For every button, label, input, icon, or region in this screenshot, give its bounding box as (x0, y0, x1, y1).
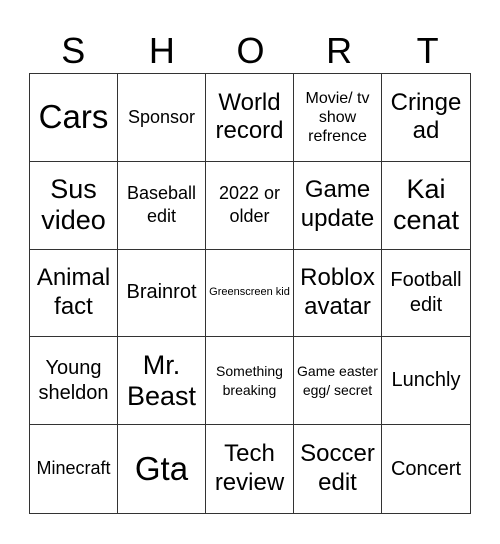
header-letter-s: S (61, 30, 86, 71)
bingo-grid: Cars Sponsor World record Movie/ tv show re… (29, 73, 471, 514)
bingo-cell[interactable]: Sponsor (118, 74, 206, 162)
bingo-cell[interactable]: Cars (30, 74, 118, 162)
bingo-cell[interactable]: Kai cenat (382, 162, 470, 250)
bingo-cell[interactable]: Minecraft (30, 425, 118, 513)
bingo-cell[interactable]: 2022 or older (206, 161, 294, 250)
bingo-cell[interactable]: Game update (294, 161, 382, 250)
bingo-cell[interactable]: Sus video (30, 161, 118, 250)
bingo-cell[interactable]: Something breaking (206, 337, 294, 426)
bingo-cell[interactable]: Concert (382, 425, 470, 513)
bingo-cell[interactable]: Baseball edit (118, 161, 206, 250)
header-letter-t: T (416, 30, 439, 71)
bingo-cell[interactable]: Roblox avatar (294, 249, 382, 338)
header-letter-h: H (148, 30, 175, 71)
bingo-cell[interactable]: Game easter egg/ secret (294, 337, 382, 426)
bingo-cell[interactable]: World record (206, 74, 294, 162)
bingo-header: S H O R T (29, 28, 472, 73)
bingo-cell[interactable]: Animal fact (30, 249, 118, 338)
bingo-cell[interactable]: Movie/ tv show refrence (294, 74, 382, 162)
bingo-cell[interactable]: Cringe ad (382, 74, 470, 162)
bingo-cell[interactable]: Gta (118, 425, 206, 513)
bingo-cell[interactable]: Lunchly (382, 337, 470, 426)
bingo-cell[interactable]: Soccer edit (294, 425, 382, 513)
header-letter-r: R (326, 30, 353, 71)
header-letter-o: O (236, 30, 265, 71)
bingo-cell[interactable]: Mr. Beast (118, 337, 206, 426)
bingo-cell[interactable]: Brainrot (118, 249, 206, 338)
bingo-cell[interactable]: Young sheldon (30, 337, 118, 426)
bingo-cell[interactable]: Tech review (206, 425, 294, 513)
bingo-cell[interactable]: Greenscreen kid (206, 249, 294, 338)
bingo-cell[interactable]: Football edit (382, 250, 470, 338)
